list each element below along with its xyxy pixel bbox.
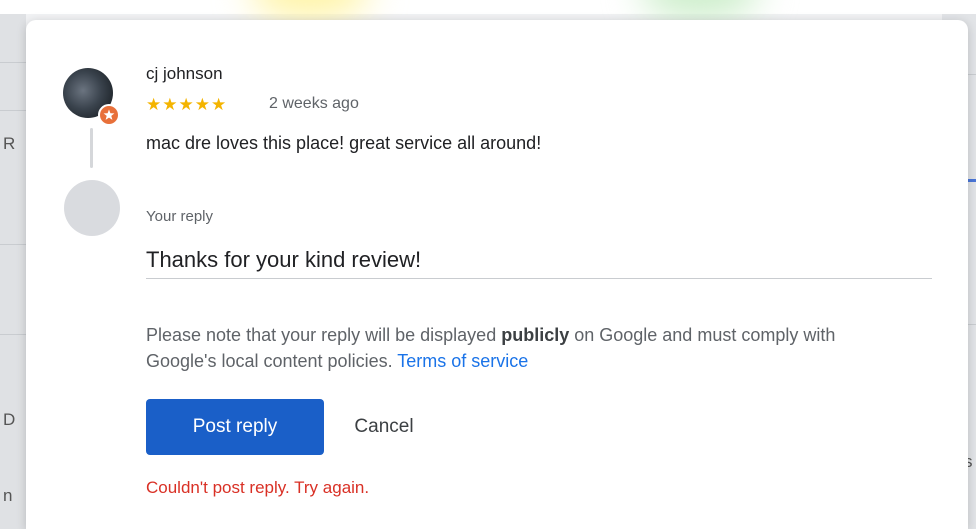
notice-text: Please note that your reply will be disp…: [146, 325, 502, 345]
review-timestamp: 2 weeks ago: [269, 95, 359, 112]
thread-connector: [90, 128, 93, 168]
divider: [0, 62, 26, 63]
star-rating: ★★★★★: [146, 95, 228, 114]
terms-of-service-link[interactable]: Terms of service: [397, 351, 528, 371]
divider: [0, 334, 26, 335]
background-text-fragment: R: [3, 134, 16, 153]
reply-dialog: cj johnson ★★★★★ 2 weeks ago mac dre lov…: [26, 20, 968, 529]
background-left-panel: R D n: [0, 14, 26, 529]
reply-input[interactable]: [146, 242, 932, 279]
error-message: Couldn't post reply. Try again.: [146, 478, 370, 497]
public-reply-notice: Please note that your reply will be disp…: [146, 322, 906, 374]
divider: [0, 244, 26, 245]
local-guide-badge-icon: [98, 104, 120, 126]
cancel-button[interactable]: Cancel: [334, 399, 434, 455]
background-highlight: [250, 0, 370, 20]
owner-avatar: [64, 180, 120, 236]
reply-label: Your reply: [146, 208, 213, 225]
background-top-strip: [0, 0, 976, 14]
review-text: mac dre loves this place! great service …: [146, 133, 542, 153]
background-highlight: [640, 0, 760, 20]
reviewer-name: cj johnson: [146, 64, 223, 83]
notice-emphasis: publicly: [501, 325, 570, 345]
background-text-fragment: n: [3, 486, 13, 505]
divider: [0, 110, 26, 111]
background-text-fragment: D: [3, 410, 16, 429]
post-reply-button[interactable]: Post reply: [146, 399, 324, 455]
star-icon: [103, 109, 115, 120]
